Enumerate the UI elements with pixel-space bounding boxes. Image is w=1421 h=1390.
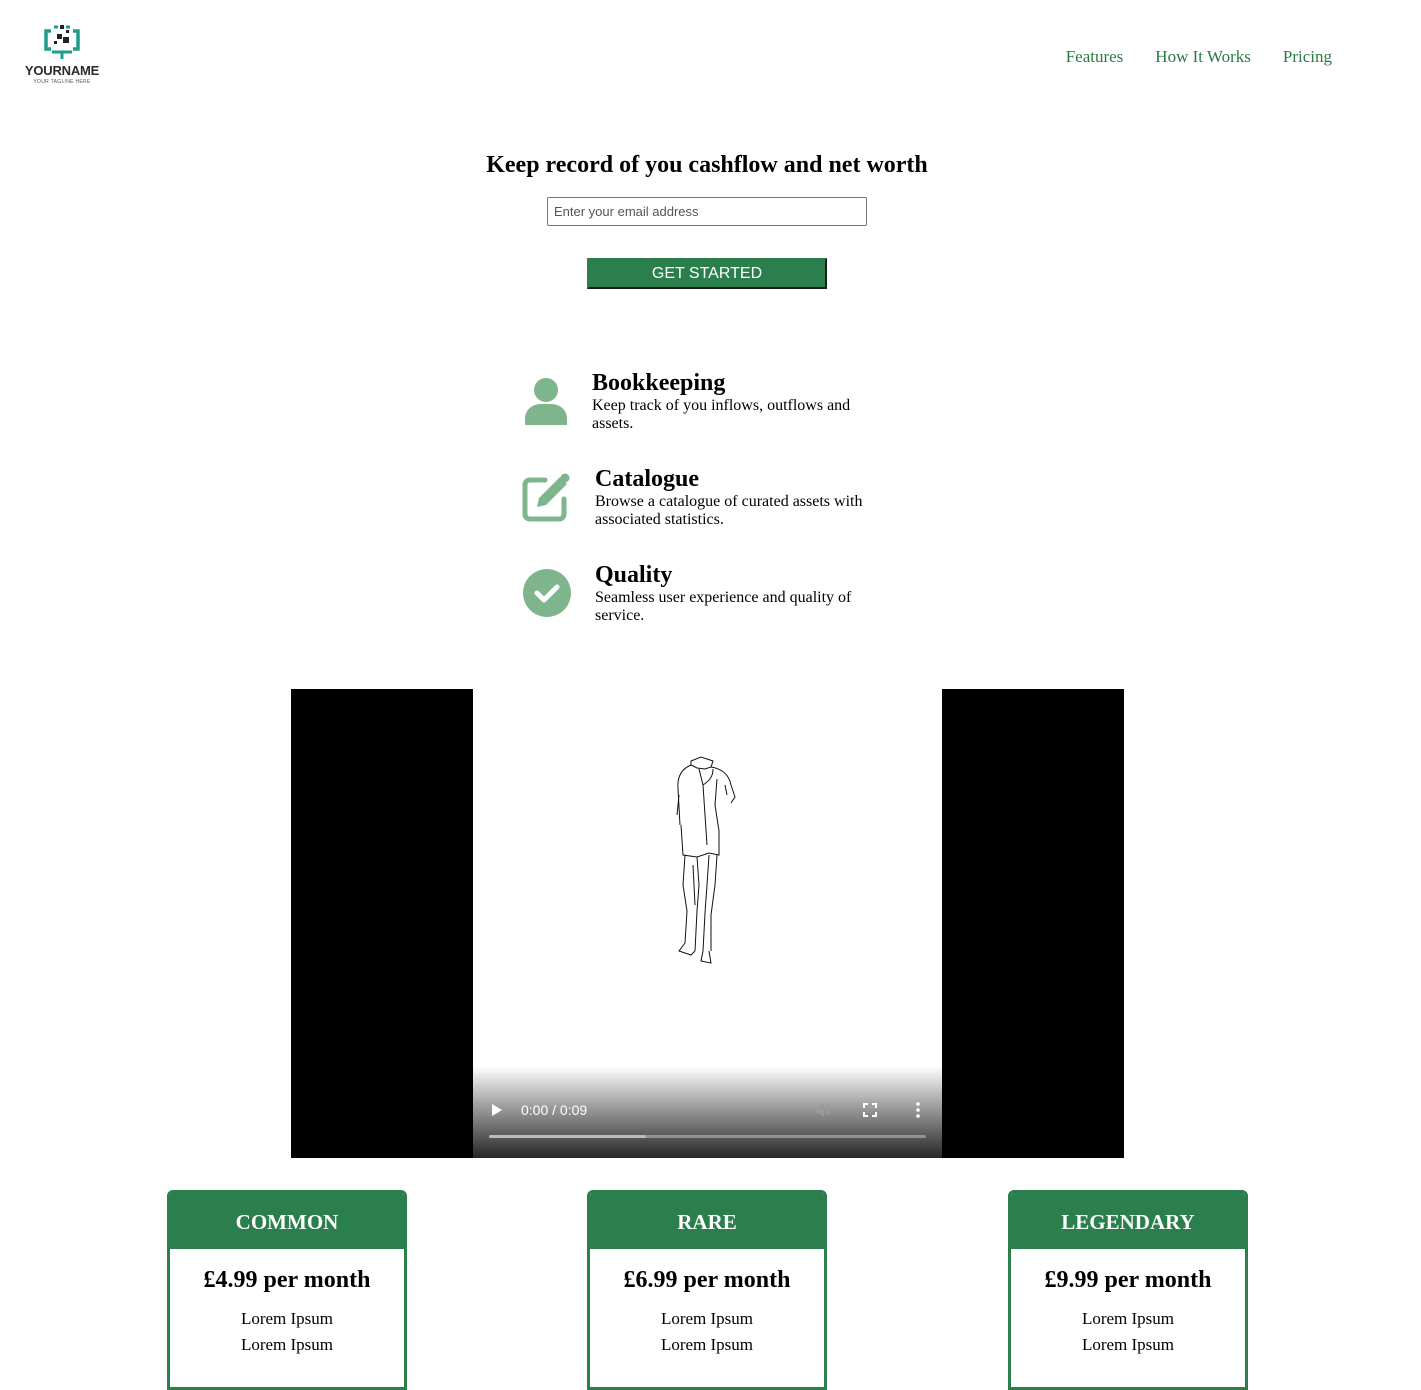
plan-price: £9.99 per month [1044,1267,1212,1293]
video-time: 0:00 / 0:09 [521,1102,588,1118]
video-frame[interactable]: 0:00 / 0:09 [473,689,942,1158]
feature-bookkeeping: Bookkeeping Keep track of you inflows, o… [522,370,882,440]
feature-description: Keep track of you inflows, outflows and … [592,397,851,432]
mute-icon[interactable] [814,1102,832,1118]
plan-features: Lorem Ipsum Lorem Ipsum [170,1306,404,1358]
video-player[interactable]: 0:00 / 0:09 [291,689,1124,1158]
plan-feature: Lorem Ipsum [1081,1309,1175,1328]
pricing-card-legendary: LEGENDARY £9.99 per month Lorem Ipsum Lo… [1008,1190,1248,1390]
plan-feature: Lorem Ipsum [1081,1335,1175,1354]
nav-link-features[interactable]: Features [1066,47,1124,67]
nav-link-how-it-works[interactable]: How It Works [1155,47,1251,67]
feature-description: Browse a catalogue of curated assets wit… [595,493,863,528]
feature-title: Catalogue [595,466,699,492]
plan-feature: Lorem Ipsum [240,1335,334,1354]
feature-catalogue: Catalogue Browse a catalogue of curated … [522,466,882,536]
plan-name: RARE [590,1193,824,1249]
video-progress-bar[interactable] [489,1135,926,1138]
user-icon [525,378,567,425]
edit-icon [522,473,570,522]
plan-name: COMMON [170,1193,404,1249]
feature-description: Seamless user experience and quality of … [595,589,852,624]
logo-name: YOURNAME [24,63,100,78]
plan-feature: Lorem Ipsum [660,1335,754,1354]
plan-feature: Lorem Ipsum [660,1309,754,1328]
hero-title: Keep record of you cashflow and net wort… [486,152,928,178]
logo-tagline: YOUR TAGLINE HERE [33,79,91,85]
plan-price: £6.99 per month [623,1267,791,1293]
get-started-button[interactable]: GET STARTED [587,258,827,289]
sketch-figure-image [676,756,736,964]
pricing-card-common: COMMON £4.99 per month Lorem Ipsum Lorem… [167,1190,407,1390]
brand-logo[interactable]: YOURNAME YOUR TAGLINE HERE [20,24,104,88]
feature-title: Bookkeeping [592,370,726,396]
more-options-icon[interactable] [915,1102,921,1118]
fullscreen-icon[interactable] [863,1103,877,1117]
pricing-card-rare: RARE £6.99 per month Lorem Ipsum Lorem I… [587,1190,827,1390]
site-header: YOURNAME YOUR TAGLINE HERE Features How … [0,0,1421,110]
video-buffered-fill [489,1135,647,1138]
plan-features: Lorem Ipsum Lorem Ipsum [590,1306,824,1358]
logo-icon [44,25,80,59]
plan-name: LEGENDARY [1011,1193,1245,1249]
nav-link-pricing[interactable]: Pricing [1283,47,1332,67]
check-circle-icon [523,569,571,617]
email-input[interactable] [547,197,867,226]
main-nav: Features How It Works Pricing [1066,47,1332,67]
plan-feature: Lorem Ipsum [240,1309,334,1328]
feature-title: Quality [595,562,673,588]
play-icon[interactable] [491,1103,503,1117]
plan-features: Lorem Ipsum Lorem Ipsum [1011,1306,1245,1358]
feature-quality: Quality Seamless user experience and qua… [522,562,882,632]
plan-price: £4.99 per month [203,1267,371,1293]
